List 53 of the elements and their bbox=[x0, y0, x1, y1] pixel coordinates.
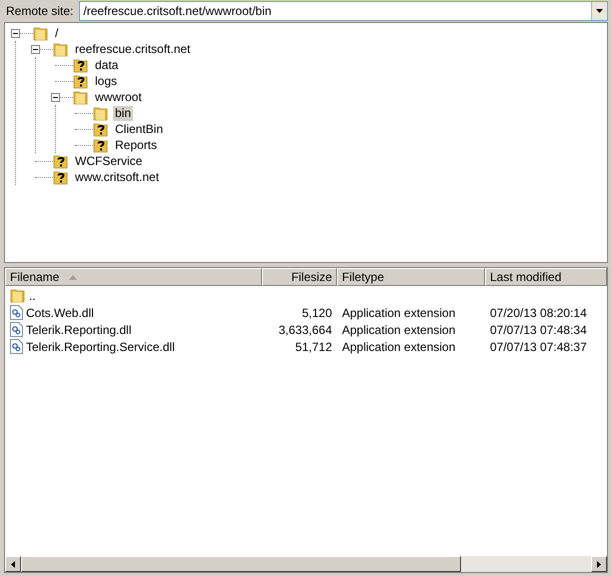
file-icon bbox=[10, 339, 23, 354]
remote-site-label: Remote site: bbox=[5, 3, 74, 20]
folder-icon bbox=[73, 90, 89, 104]
table-cell-text: 07/20/13 08:20:14 bbox=[490, 304, 587, 322]
table-cell-text: 5,120 bbox=[302, 304, 332, 322]
table-cell-text: Application extension bbox=[342, 338, 456, 356]
folder-icon bbox=[93, 106, 109, 120]
caret-icon bbox=[596, 9, 603, 13]
scroll-left-button[interactable] bbox=[5, 556, 21, 572]
file-name[interactable]: Telerik.Reporting.Service.dll bbox=[26, 338, 175, 356]
tree-item[interactable]: wwwroot bbox=[93, 90, 144, 104]
table-cell-text: 51,712 bbox=[295, 338, 332, 356]
file-name[interactable]: Telerik.Reporting.dll bbox=[26, 320, 132, 338]
tree-item[interactable]: WCFService bbox=[73, 154, 144, 168]
table-cell-text: 07/07/13 07:48:34 bbox=[490, 322, 587, 338]
unknown-folder-icon bbox=[53, 154, 69, 168]
right-arrow-icon bbox=[597, 560, 601, 568]
unknown-folder-icon bbox=[73, 58, 89, 72]
column-header[interactable]: Filesize bbox=[262, 268, 337, 286]
dropdown-button[interactable] bbox=[591, 2, 607, 20]
table-cell-text: Application extension bbox=[342, 304, 456, 322]
tree-item[interactable]: data bbox=[93, 58, 120, 72]
unknown-folder-icon bbox=[93, 122, 109, 136]
scroll-right-button[interactable] bbox=[591, 556, 607, 572]
file-name[interactable]: Cots.Web.dll bbox=[26, 304, 94, 322]
tree-item[interactable]: www.critsoft.net bbox=[73, 170, 162, 184]
tree-item[interactable]: bin bbox=[113, 106, 134, 120]
unknown-folder-icon bbox=[73, 74, 89, 88]
collapse-icon[interactable] bbox=[31, 44, 40, 54]
folder-icon bbox=[53, 42, 69, 56]
column-header[interactable]: Filename bbox=[5, 268, 262, 286]
folder-icon bbox=[10, 288, 26, 303]
file-name[interactable]: .. bbox=[29, 286, 36, 304]
column-header[interactable]: Filetype bbox=[337, 268, 485, 286]
table-cell-text: 3,633,664 bbox=[278, 322, 332, 338]
unknown-folder-icon bbox=[93, 138, 109, 152]
collapse-icon[interactable] bbox=[51, 92, 60, 102]
unknown-folder-icon bbox=[53, 170, 69, 184]
scrollbar-thumb[interactable] bbox=[21, 556, 461, 572]
tree-item[interactable]: reefrescue.critsoft.net bbox=[73, 42, 192, 56]
table-cell-text: 07/07/13 07:48:37 bbox=[490, 338, 587, 356]
table-cell-text: Application extension bbox=[342, 322, 456, 338]
tree-item[interactable]: ClientBin bbox=[113, 122, 166, 136]
tree-item[interactable]: / bbox=[53, 26, 60, 40]
folder-icon bbox=[33, 26, 49, 40]
file-icon bbox=[10, 305, 23, 320]
left-arrow-icon bbox=[11, 560, 15, 568]
column-header[interactable]: Last modified bbox=[485, 268, 607, 286]
collapse-icon[interactable] bbox=[11, 28, 20, 38]
tree-item[interactable]: Reports bbox=[113, 138, 160, 152]
tree-item[interactable]: logs bbox=[93, 74, 120, 88]
file-icon bbox=[10, 322, 23, 337]
path-field[interactable]: /reefrescue.critsoft.net/wwwroot/bin bbox=[79, 1, 608, 21]
